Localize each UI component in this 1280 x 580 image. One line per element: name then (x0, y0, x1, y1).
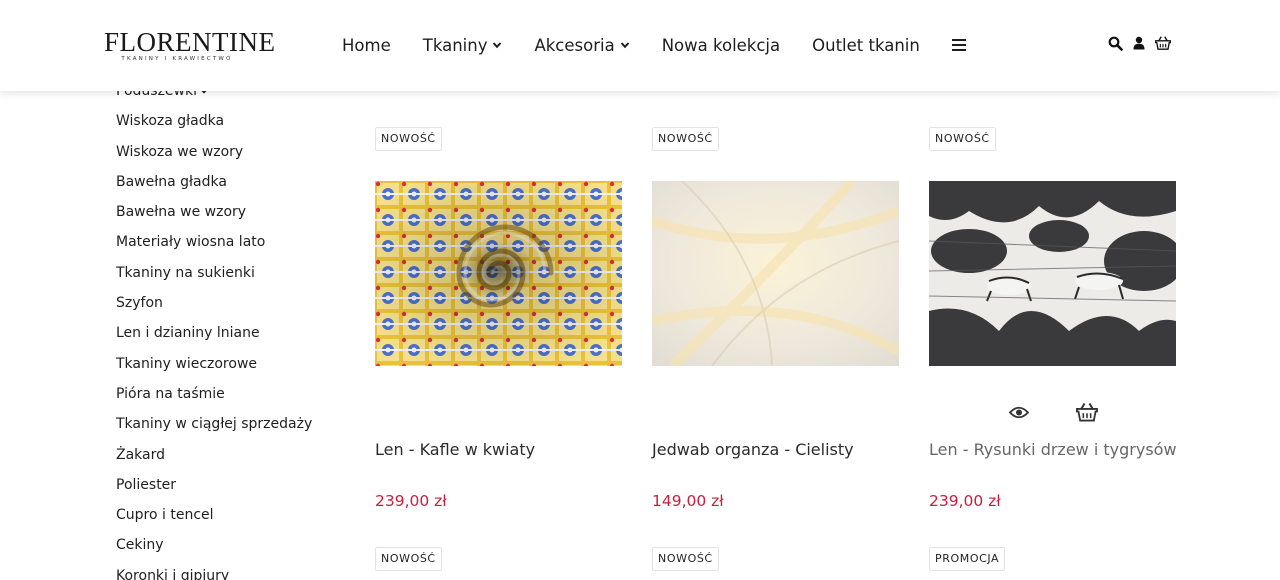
product-card[interactable]: NOWOŚĆ Jedwab organza - Cielisty 149,00 … (652, 127, 900, 517)
logo-tagline: TKANINY I KRAWIECTWO (121, 56, 233, 62)
promo-badge: PROMOCJA (929, 547, 1006, 571)
nav-item-label: Home (342, 35, 391, 55)
sidebar-item-label: Żakard (116, 446, 166, 463)
product-image[interactable] (652, 181, 899, 366)
sidebar-item-label: Tkaniny wieczorowe (116, 355, 258, 372)
product-name[interactable]: Len - Kafle w kwiaty (375, 440, 635, 459)
product-card[interactable]: NOWOŚĆ (375, 127, 623, 517)
main-nav: Home Tkaniny Akcesoria Nowa kolekcja Out… (342, 34, 966, 56)
product-image[interactable] (929, 181, 1176, 366)
product-name[interactable]: Len - Rysunki drzew i tygrysów (929, 440, 1189, 459)
sidebar-item-label: Cupro i tencel (116, 507, 214, 524)
new-badge: NOWOŚĆ (375, 547, 442, 571)
logo[interactable]: FLORENTINE TKANINY I KRAWIECTWO (104, 27, 276, 62)
product-price: 239,00 zł (929, 492, 1001, 510)
sidebar-item-label: Bawełna we wzory (116, 204, 247, 221)
new-badge: NOWOŚĆ (652, 127, 719, 151)
product-name[interactable]: Jedwab organza - Cielisty (652, 440, 912, 459)
chevron-down-icon (620, 42, 629, 49)
sidebar-item[interactable]: Tkaniny w ciągłej sprzedaży (116, 409, 346, 439)
sidebar-item[interactable]: Tkaniny na sukienki (116, 258, 346, 288)
header-actions (1107, 34, 1171, 52)
sidebar-item-label: Pióra na taśmie (116, 385, 225, 402)
new-badge: NOWOŚĆ (929, 127, 996, 151)
logo-wordmark: FLORENTINE (104, 27, 276, 57)
sidebar-item-label: Len i dzianiny lniane (116, 325, 260, 342)
sidebar-item-label: Szyfon (116, 295, 163, 312)
sidebar-item[interactable]: Wiskoza gładka (116, 106, 346, 136)
sidebar-item[interactable]: Wiskoza we wzory (116, 137, 346, 167)
sidebar-item[interactable]: Szyfon (116, 288, 346, 318)
sidebar-item[interactable]: Poliester (116, 470, 346, 500)
product-price: 149,00 zł (652, 492, 724, 510)
sidebar-item-label: Wiskoza we wzory (116, 143, 244, 160)
nav-item-nowa-kolekcja[interactable]: Nowa kolekcja (662, 36, 780, 55)
nav-item-outlet-tkanin[interactable]: Outlet tkanin (812, 36, 920, 55)
new-badge: NOWOŚĆ (652, 547, 719, 571)
nav-item-tkaniny[interactable]: Tkaniny (423, 36, 503, 55)
sidebar-item[interactable]: Pióra na taśmie (116, 379, 346, 409)
nav-item-label: Outlet tkanin (812, 35, 920, 55)
product-price: 239,00 zł (375, 492, 447, 510)
nav-item-label: Nowa kolekcja (661, 35, 781, 55)
sidebar-item-label: Bawełna gładka (116, 173, 227, 190)
nav-item-label: Akcesoria (534, 35, 615, 55)
sidebar-item-label: Materiały wiosna lato (116, 234, 266, 251)
site-header: FLORENTINE TKANINY I KRAWIECTWO Home Tka… (0, 0, 1280, 91)
new-badge: NOWOŚĆ (375, 127, 442, 151)
nav-item-label: Tkaniny (422, 35, 488, 55)
sidebar-item-label: Koronki i gipiury (116, 567, 230, 580)
sidebar-item[interactable]: Materiały wiosna lato (116, 227, 346, 257)
sidebar-item[interactable]: Bawełna we wzory (116, 197, 346, 227)
sidebar-item[interactable]: Cupro i tencel (116, 500, 346, 530)
product-image[interactable] (375, 181, 622, 366)
sidebar-item[interactable]: Koronki i gipiury (116, 561, 346, 580)
hamburger-icon[interactable] (951, 39, 966, 51)
search-icon[interactable] (1107, 34, 1123, 52)
sidebar-item-label: Poliester (116, 476, 177, 493)
sidebar-item[interactable]: Cekiny (116, 530, 346, 560)
sidebar-item-label: Tkaniny w ciągłej sprzedaży (116, 416, 313, 433)
product-card[interactable]: NOWOŚĆ (929, 127, 1177, 517)
sidebar-item-label: Wiskoza gładka (116, 113, 225, 130)
sidebar-item[interactable]: Bawełna gładka (116, 167, 346, 197)
sidebar-item-label: Tkaniny na sukienki (116, 264, 255, 281)
sidebar-item[interactable]: Tkaniny wieczorowe (116, 349, 346, 379)
quick-view-eye-icon[interactable] (1008, 401, 1030, 423)
basket-icon[interactable] (1155, 34, 1171, 52)
sidebar-item[interactable]: Len i dzianiny lniane (116, 318, 346, 348)
nav-item-home[interactable]: Home (342, 36, 391, 55)
product-actions (1008, 401, 1098, 423)
sidebar-item[interactable]: Żakard (116, 440, 346, 470)
sidebar-item-label: Cekiny (116, 537, 164, 554)
user-icon[interactable] (1131, 34, 1147, 52)
nav-item-akcesoria[interactable]: Akcesoria (534, 36, 629, 55)
category-sidebar: Poduszewki Wiskoza gładka Wiskoza we wzo… (116, 76, 346, 580)
chevron-down-icon (493, 42, 502, 49)
add-to-basket-icon[interactable] (1076, 401, 1098, 423)
